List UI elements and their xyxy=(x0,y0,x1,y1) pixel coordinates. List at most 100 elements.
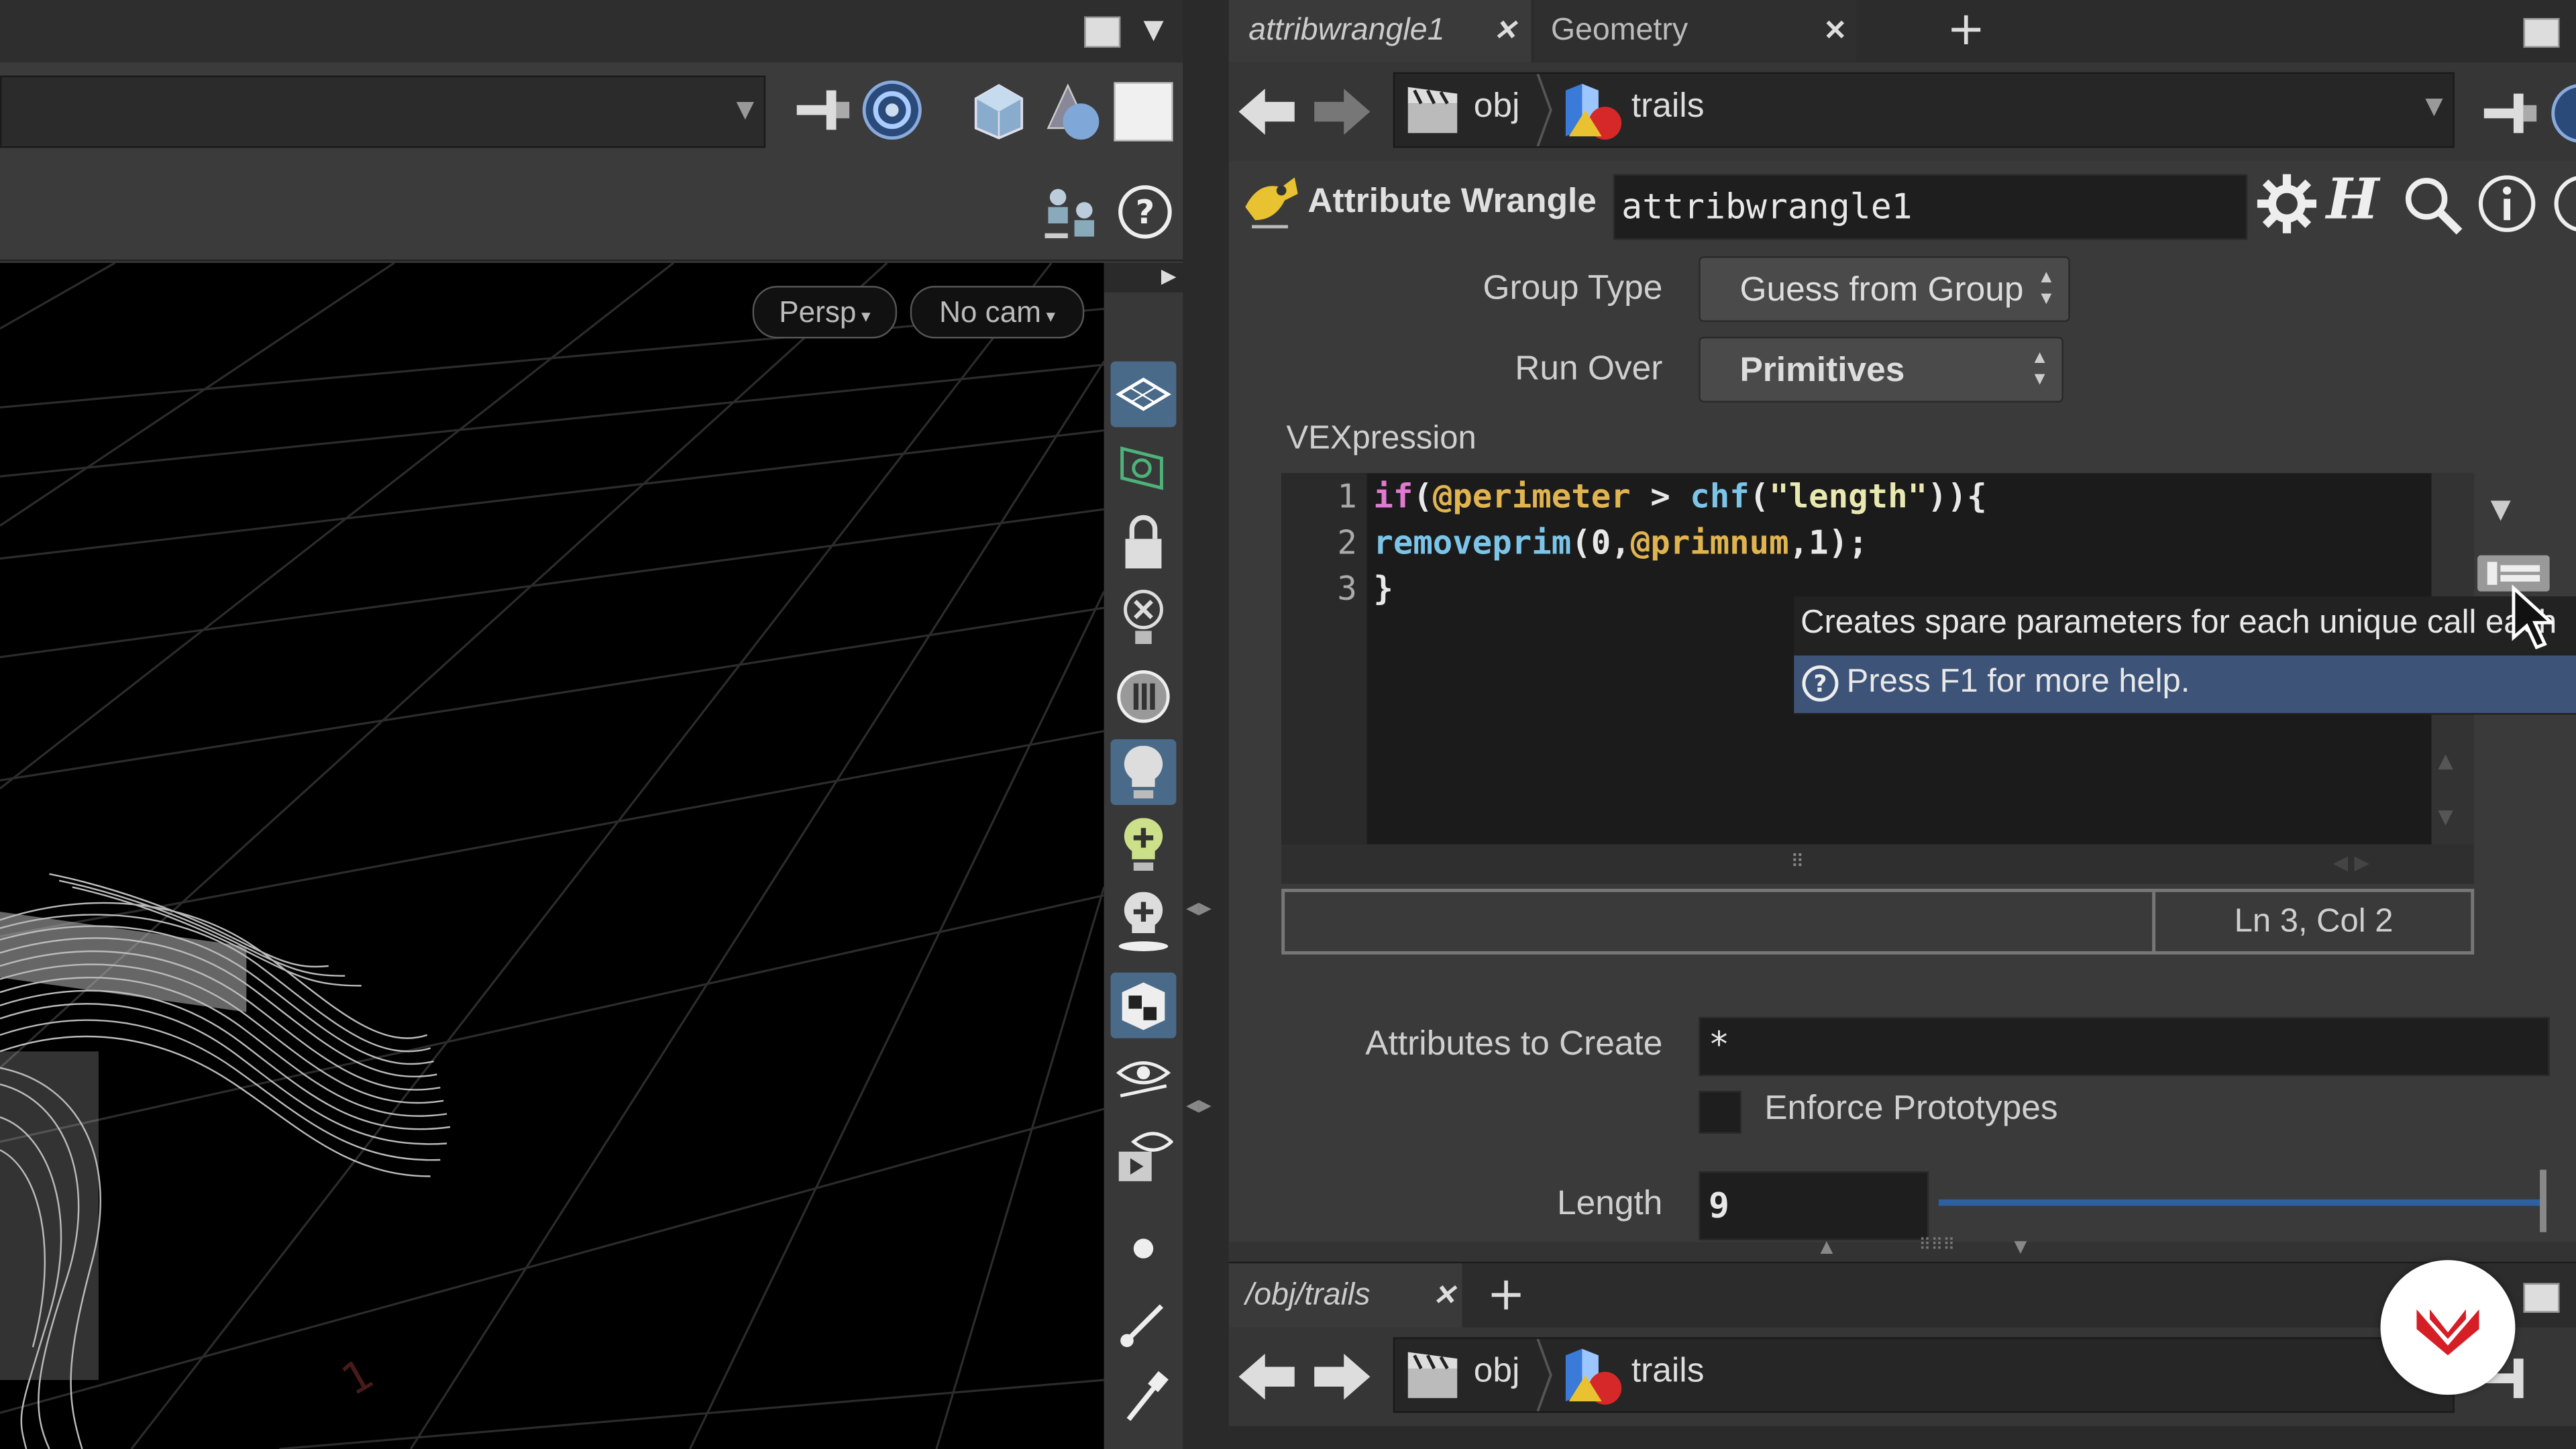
network-pane-toolbar xyxy=(1228,1426,2576,1449)
background-toggle-icon[interactable] xyxy=(1114,82,1173,142)
line-number: 1 xyxy=(1337,476,1357,516)
code-token: ,1); xyxy=(1788,522,1868,562)
high-quality-lighting-icon[interactable] xyxy=(1111,812,1177,877)
maximize-pane-icon[interactable] xyxy=(2523,17,2560,48)
view-projection-menu[interactable]: Persp ▾ xyxy=(752,286,898,339)
back-arrow-icon[interactable] xyxy=(1236,1347,1301,1413)
gear-icon[interactable] xyxy=(2254,171,2320,244)
close-icon[interactable]: ✕ xyxy=(1493,0,1517,62)
code-token: { xyxy=(1967,476,1987,516)
point-display-icon[interactable] xyxy=(1111,1216,1177,1281)
close-icon[interactable]: ✕ xyxy=(1823,0,1847,62)
close-icon[interactable]: ✕ xyxy=(1433,1263,1456,1329)
maximize-pane-icon[interactable] xyxy=(1084,16,1121,48)
svg-text:?: ? xyxy=(1814,671,1827,698)
lock-camera-icon[interactable] xyxy=(1111,509,1177,575)
search-icon[interactable] xyxy=(2402,174,2464,244)
construction-plane-icon[interactable] xyxy=(1110,361,1177,427)
breadcrumb-node[interactable]: trails xyxy=(1631,1352,1705,1392)
background-image-icon[interactable] xyxy=(1110,972,1177,1038)
code-token: (0, xyxy=(1571,522,1631,562)
3d-viewport[interactable]: 1 Persp ▾ No cam ▾ xyxy=(0,262,1104,1449)
length-slider[interactable] xyxy=(1938,1169,2546,1232)
length-field[interactable]: 9 xyxy=(1699,1171,1929,1240)
add-tab-icon[interactable]: + xyxy=(1947,6,1985,53)
group-type-value: Guess from Group xyxy=(1739,271,2024,309)
shading-mode-icon[interactable] xyxy=(1038,79,1104,148)
dropdown-arrow-icon[interactable]: ▼ xyxy=(2425,94,2443,120)
run-over-menu[interactable]: Primitives ▲ ▼ xyxy=(1699,337,2063,403)
geometry-box-icon[interactable] xyxy=(969,79,1028,148)
tab-network-path[interactable]: /obj/trails ✕ xyxy=(1228,1263,1462,1330)
length-slider-handle[interactable] xyxy=(2540,1169,2546,1232)
comment-icon[interactable] xyxy=(2553,174,2576,240)
tooltip-help-text: Press F1 for more help. xyxy=(1846,663,2190,700)
breadcrumb-network[interactable]: obj xyxy=(1474,87,1520,127)
breadcrumb-network[interactable]: obj xyxy=(1474,1352,1520,1392)
code-token: @primnum xyxy=(1630,522,1789,562)
group-type-label: Group Type xyxy=(1483,269,1663,307)
scene-view-tabbar: ▼ xyxy=(0,0,1183,64)
normal-lighting-icon[interactable] xyxy=(1110,739,1177,806)
render-view-icon[interactable] xyxy=(1111,1124,1177,1189)
length-label: Length xyxy=(1557,1184,1663,1223)
headlight-icon[interactable] xyxy=(1111,663,1177,729)
pane-resize-handle[interactable]: ▲ ⠿⠿⠿ ▼ xyxy=(1228,1237,2576,1262)
expand-up-icon[interactable]: ▲ xyxy=(1820,1239,1833,1257)
brush-icon[interactable] xyxy=(1111,1291,1177,1357)
vexpression-label: VEXpression xyxy=(1286,420,1477,457)
maximize-pane-icon[interactable] xyxy=(2523,1283,2560,1313)
camera-menu[interactable]: No cam ▾ xyxy=(910,286,1085,339)
pane-menu-icon[interactable]: ▼ xyxy=(1143,13,1163,45)
node-name-field[interactable]: attribwrangle1 xyxy=(1613,174,2248,240)
link-target-icon[interactable] xyxy=(861,79,923,148)
run-over-label: Run Over xyxy=(1515,350,1663,388)
breadcrumb[interactable]: obj trails xyxy=(1393,1337,2455,1413)
forward-arrow-icon[interactable] xyxy=(1311,82,1377,148)
breadcrumb[interactable]: obj trails ▼ xyxy=(1393,72,2455,148)
view-projection-label: Persp xyxy=(779,295,857,329)
scroll-down-icon[interactable]: ▼ xyxy=(2438,805,2453,828)
pane-splitter[interactable]: ◀▶ ◀▶ xyxy=(1183,0,1229,1449)
spin-arrows-icon: ▲ ▼ xyxy=(2037,268,2055,309)
code-token: ( xyxy=(1749,476,1770,516)
forward-arrow-icon[interactable] xyxy=(1311,1347,1377,1413)
attributes-to-create-field[interactable]: * xyxy=(1699,1016,2550,1077)
group-type-menu[interactable]: Guess from Group ▲ ▼ xyxy=(1699,256,2070,323)
collapse-down-icon[interactable]: ▼ xyxy=(2014,1239,2027,1257)
channel-logo xyxy=(2380,1260,2516,1395)
add-tab-icon[interactable]: + xyxy=(1487,1271,1525,1318)
expand-arrow-icon[interactable]: ▶ xyxy=(1161,264,1177,287)
collapse-right-icon[interactable]: ◀▶ xyxy=(1186,1097,1212,1116)
editor-resize-handle[interactable]: ⠿ ◀ ▶ xyxy=(1281,844,2475,884)
node-type-label: Attribute Wrangle xyxy=(1307,182,1597,221)
reference-plane-icon[interactable] xyxy=(1111,434,1177,500)
eyedropper-icon[interactable] xyxy=(1111,1364,1177,1430)
info-icon[interactable] xyxy=(2477,174,2536,240)
tab-geometry-spreadsheet[interactable]: Geometry Spreadsheet ✕ xyxy=(1534,0,1857,110)
pin-icon[interactable] xyxy=(794,85,853,141)
shadows-lighting-icon[interactable] xyxy=(1111,887,1177,953)
selection-dropdown[interactable]: ▼ xyxy=(0,75,766,148)
scroll-left-icon[interactable]: ◀ ▶ xyxy=(2333,851,2370,874)
back-arrow-icon[interactable] xyxy=(1236,82,1301,148)
enforce-prototypes-checkbox[interactable] xyxy=(1699,1091,1741,1134)
tab-label: attribwrangle1 xyxy=(1248,13,1445,48)
houdini-help-icon[interactable]: H xyxy=(2326,168,2379,233)
tab-attribwrangle1[interactable]: attribwrangle1 ✕ xyxy=(1228,0,1532,63)
scroll-up-icon[interactable]: ▲ xyxy=(2438,749,2453,772)
breadcrumb-separator xyxy=(1536,73,1552,147)
disable-lights-icon[interactable] xyxy=(1111,585,1177,651)
collapse-left-icon[interactable]: ◀▶ xyxy=(1186,900,1212,918)
grip-icon: ⠿⠿⠿ xyxy=(1919,1237,1955,1256)
editor-status-bar: Ln 3, Col 2 xyxy=(1281,888,2475,955)
network-path-bar: obj trails xyxy=(1228,1327,2576,1426)
enforce-prototypes-label: Enforce Prototypes xyxy=(1764,1089,2058,1128)
visibility-icon[interactable] xyxy=(1111,1045,1177,1111)
breadcrumb-node[interactable]: trails xyxy=(1631,87,1705,127)
link-target-icon[interactable] xyxy=(2550,82,2576,151)
editor-menu-icon[interactable]: ▼ xyxy=(2491,493,2511,525)
display-options-icon[interactable] xyxy=(1042,184,1101,256)
help-icon[interactable]: ? xyxy=(1117,184,1173,246)
pin-icon[interactable] xyxy=(2481,89,2540,144)
